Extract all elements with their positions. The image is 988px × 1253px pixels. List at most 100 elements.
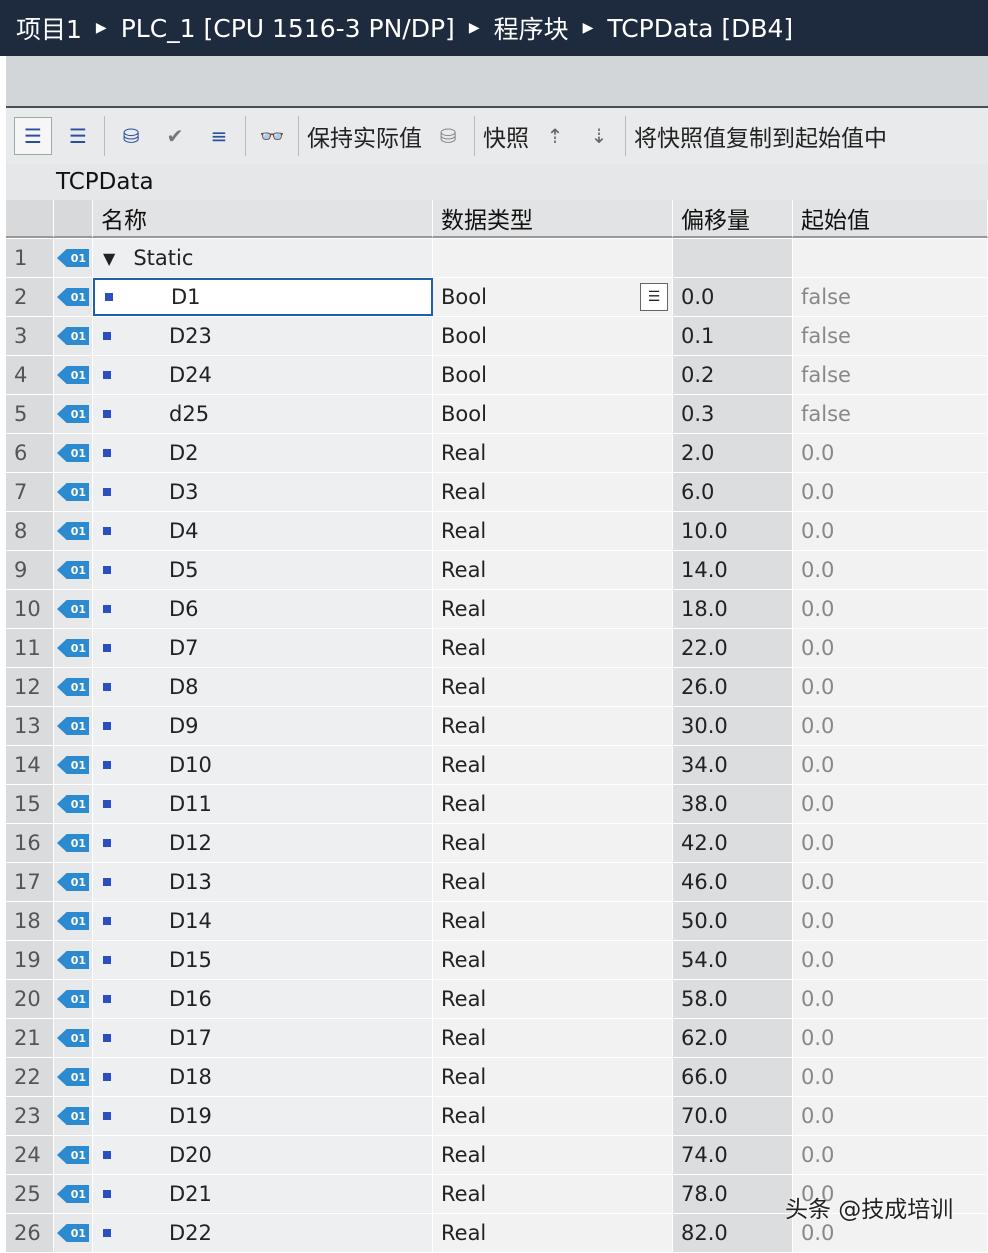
check-db-icon[interactable]: ✔ (157, 118, 193, 154)
type-cell[interactable]: Real (433, 434, 673, 472)
row-number[interactable]: 5 (6, 395, 54, 433)
row-number[interactable]: 16 (6, 824, 54, 862)
name-cell[interactable]: D22 (93, 1214, 433, 1252)
row-number[interactable]: 17 (6, 863, 54, 901)
start-value-cell[interactable]: false (793, 278, 988, 316)
table-row[interactable]: 20 01 D16 Real 58.0 0.0 (6, 980, 988, 1019)
name-cell[interactable]: D18 (93, 1058, 433, 1096)
type-list-icon[interactable]: ☰ (640, 283, 668, 311)
row-number[interactable]: 10 (6, 590, 54, 628)
start-value-cell[interactable]: 0.0 (793, 551, 988, 589)
row-number[interactable]: 21 (6, 1019, 54, 1057)
copy-snapshot-button[interactable]: 将快照值复制到起始值中 (634, 119, 887, 153)
row-number[interactable]: 25 (6, 1175, 54, 1213)
name-cell[interactable]: D13 (93, 863, 433, 901)
start-value-cell[interactable]: 0.0 (793, 590, 988, 628)
name-cell[interactable]: D4 (93, 512, 433, 550)
start-value-cell[interactable]: 0.0 (793, 668, 988, 706)
type-cell[interactable]: Real (433, 824, 673, 862)
insert-row-icon[interactable]: ☰ (14, 117, 52, 155)
table-row[interactable]: 17 01 D13 Real 46.0 0.0 (6, 863, 988, 902)
start-value-cell[interactable] (793, 239, 988, 277)
type-cell[interactable]: Bool ☰ (433, 278, 673, 316)
table-row[interactable]: 2 01 D1 Bool ☰ 0.0 false (6, 278, 988, 317)
row-number[interactable]: 26 (6, 1214, 54, 1252)
database-lock-icon[interactable]: ⛁ (430, 118, 466, 154)
name-cell[interactable]: D12 (93, 824, 433, 862)
breadcrumb-program-blocks[interactable]: 程序块 (494, 10, 569, 46)
expand-all-icon[interactable]: ≡ (201, 118, 237, 154)
reset-start-values-icon[interactable]: ⛁ (113, 118, 149, 154)
row-number[interactable]: 12 (6, 668, 54, 706)
type-cell[interactable]: Bool (433, 395, 673, 433)
type-cell[interactable]: Real (433, 980, 673, 1018)
type-cell[interactable]: Real (433, 746, 673, 784)
type-cell[interactable]: Real (433, 473, 673, 511)
table-row[interactable]: 9 01 D5 Real 14.0 0.0 (6, 551, 988, 590)
monitor-icon[interactable]: 👓 (254, 118, 290, 154)
table-row[interactable]: 14 01 D10 Real 34.0 0.0 (6, 746, 988, 785)
name-cell[interactable]: D10 (93, 746, 433, 784)
type-cell[interactable]: Real (433, 707, 673, 745)
start-value-cell[interactable]: 0.0 (793, 941, 988, 979)
header-offset[interactable]: 偏移量 (673, 200, 793, 238)
type-cell[interactable]: Real (433, 785, 673, 823)
start-value-cell[interactable]: false (793, 395, 988, 433)
breadcrumb-db[interactable]: TCPData [DB4] (607, 14, 793, 43)
table-row[interactable]: 23 01 D19 Real 70.0 0.0 (6, 1097, 988, 1136)
start-value-cell[interactable]: 0.0 (793, 785, 988, 823)
start-value-cell[interactable]: 0.0 (793, 863, 988, 901)
row-number[interactable]: 1 (6, 239, 54, 277)
row-number[interactable]: 4 (6, 356, 54, 394)
table-row[interactable]: 6 01 D2 Real 2.0 0.0 (6, 434, 988, 473)
table-row[interactable]: 5 01 d25 Bool 0.3 false (6, 395, 988, 434)
name-cell[interactable]: D19 (93, 1097, 433, 1135)
header-type[interactable]: 数据类型 (433, 200, 673, 238)
table-row[interactable]: 1 01 ▼ Static (6, 239, 988, 278)
type-cell[interactable]: Real (433, 1058, 673, 1096)
start-value-cell[interactable]: 0.0 (793, 902, 988, 940)
type-cell[interactable]: Real (433, 1097, 673, 1135)
row-number[interactable]: 15 (6, 785, 54, 823)
table-row[interactable]: 16 01 D12 Real 42.0 0.0 (6, 824, 988, 863)
name-cell[interactable]: D6 (93, 590, 433, 628)
name-cell[interactable]: ▼ Static (93, 239, 433, 277)
name-cell[interactable]: D1 (93, 278, 433, 316)
snapshot-download-icon[interactable]: ⇣ (581, 118, 617, 154)
header-name[interactable]: 名称 (93, 200, 433, 238)
table-row[interactable]: 12 01 D8 Real 26.0 0.0 (6, 668, 988, 707)
table-row[interactable]: 3 01 D23 Bool 0.1 false (6, 317, 988, 356)
type-cell[interactable]: Real (433, 1214, 673, 1252)
type-cell[interactable]: Real (433, 512, 673, 550)
snapshot-upload-icon[interactable]: ⇡ (537, 118, 573, 154)
name-cell[interactable]: D9 (93, 707, 433, 745)
name-cell[interactable]: D24 (93, 356, 433, 394)
table-row[interactable]: 13 01 D9 Real 30.0 0.0 (6, 707, 988, 746)
header-start[interactable]: 起始值 (793, 200, 988, 238)
row-number[interactable]: 2 (6, 278, 54, 316)
type-cell[interactable]: Bool (433, 356, 673, 394)
start-value-cell[interactable]: 0.0 (793, 824, 988, 862)
start-value-cell[interactable]: 0.0 (793, 980, 988, 1018)
type-cell[interactable]: Real (433, 629, 673, 667)
row-number[interactable]: 20 (6, 980, 54, 1018)
start-value-cell[interactable]: 0.0 (793, 512, 988, 550)
row-number[interactable]: 23 (6, 1097, 54, 1135)
name-cell[interactable]: D2 (93, 434, 433, 472)
table-row[interactable]: 22 01 D18 Real 66.0 0.0 (6, 1058, 988, 1097)
type-cell[interactable]: Real (433, 902, 673, 940)
table-row[interactable]: 4 01 D24 Bool 0.2 false (6, 356, 988, 395)
row-number[interactable]: 18 (6, 902, 54, 940)
breadcrumb-plc[interactable]: PLC_1 [CPU 1516-3 PN/DP] (121, 14, 455, 43)
type-cell[interactable]: Real (433, 1175, 673, 1213)
name-cell[interactable]: D17 (93, 1019, 433, 1057)
type-cell[interactable] (433, 239, 673, 277)
name-cell[interactable]: D15 (93, 941, 433, 979)
start-value-cell[interactable]: 0.0 (793, 746, 988, 784)
name-cell[interactable]: D23 (93, 317, 433, 355)
start-value-cell[interactable]: 0.0 (793, 1058, 988, 1096)
type-cell[interactable]: Real (433, 590, 673, 628)
name-cell[interactable]: D21 (93, 1175, 433, 1213)
name-cell[interactable]: D3 (93, 473, 433, 511)
type-cell[interactable]: Real (433, 668, 673, 706)
